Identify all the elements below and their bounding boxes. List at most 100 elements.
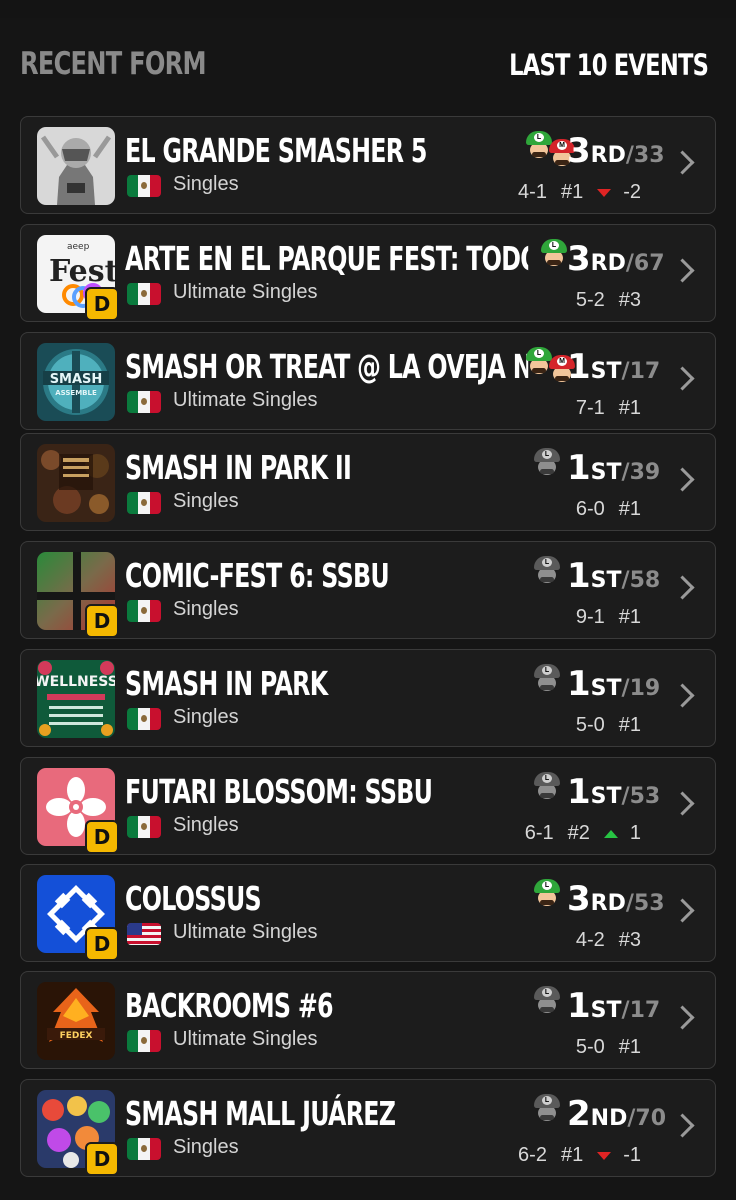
event-card[interactable]: D COLOSSUS Ultimate Singles L 3RD/53 4-2… [20,864,716,962]
seed: #1 [618,606,641,628]
placement-number: 2 [567,1094,591,1134]
event-thumbnail [37,127,115,205]
event-stats: 6-2 #1 -1 [518,1144,641,1167]
flag-mexico-icon [127,391,161,413]
entrant-count: /67 [625,251,665,276]
event-stats: 4-2 #3 [576,929,641,952]
seed: #1 [560,181,584,203]
chevron-right-icon[interactable] [670,575,695,600]
entrant-count: /53 [625,891,665,916]
placement-suffix: ST [590,998,622,1023]
event-thumbnail [37,444,115,522]
d-badge: D [85,604,119,638]
win-loss-record: 4-1 [518,181,547,203]
seed: #3 [618,289,641,311]
chevron-right-icon[interactable] [670,1113,695,1138]
flag-mexico-icon [127,492,161,514]
event-type: Singles [173,706,239,728]
event-card[interactable]: D COMIC-FEST 6: SSBU Singles L 1ST/58 9-… [20,541,716,639]
event-type: Singles [173,1136,239,1158]
seed: #1 [618,397,641,419]
event-type: Singles [173,598,239,620]
event-card[interactable]: FEDEX BACKROOMS #6 Ultimate Singles L 1S… [20,971,716,1069]
trend-value: -1 [623,1144,641,1166]
chevron-right-icon[interactable] [670,150,695,175]
win-loss-record: 9-1 [575,606,605,628]
event-stats: 6-1 #2 1 [525,822,641,845]
win-loss-record: 5-2 [575,289,605,311]
svg-text:ASSEMBLE: ASSEMBLE [55,389,97,397]
event-name: SMASH OR TREAT @ LA OVEJA NEGRA [125,347,528,386]
placement: 3RD/53 [567,879,665,919]
event-card[interactable]: EL GRANDE SMASHER 5 Singles LM 3RD/33 4-… [20,116,716,214]
event-card[interactable]: aeep Fest D ARTE EN EL PARQUE FEST: TODOS… [20,224,716,322]
flag-usa-icon [127,923,161,945]
placement-suffix: ST [590,460,622,485]
seed: #1 [618,1036,641,1058]
svg-text:aeep: aeep [67,242,90,252]
win-loss-record: 7-1 [575,397,605,419]
chevron-right-icon[interactable] [670,898,695,923]
event-name: COLOSSUS [125,879,262,918]
svg-text:WELLNESS: WELLNESS [37,674,115,690]
event-card[interactable]: WELLNESS SMASH IN PARK Singles L 1ST/19 … [20,649,716,747]
placement: 1ST/17 [567,347,660,387]
event-card[interactable]: D FUTARI BLOSSOM: SSBU Singles L 1ST/53 … [20,757,716,855]
flag-mexico-icon [127,708,161,730]
event-thumbnail: FEDEX [37,982,115,1060]
event-stats: 7-1 #1 [576,397,641,420]
chevron-right-icon[interactable] [670,258,695,283]
flag-mexico-icon [127,1030,161,1052]
event-stats: 5-2 #3 [576,289,641,312]
placement-number: 1 [567,772,591,812]
seed: #1 [618,498,641,520]
win-loss-record: 4-2 [575,929,605,951]
chevron-right-icon[interactable] [670,467,695,492]
trend-down-icon [597,188,612,197]
placement-number: 1 [567,347,591,387]
d-badge: D [85,287,119,321]
placement-suffix: RD [590,891,626,916]
win-loss-record: 6-2 [518,1144,547,1166]
event-thumbnail: SMASH ASSEMBLE [37,343,115,421]
seed: #2 [567,822,590,844]
entrant-count: /53 [621,784,661,809]
d-badge: D [85,820,119,854]
event-type: Ultimate Singles [173,1028,318,1050]
placement: 1ST/19 [567,664,660,704]
chevron-right-icon[interactable] [670,791,695,816]
event-name: SMASH IN PARK II [125,448,352,487]
win-loss-record: 6-1 [524,822,554,844]
event-type: Ultimate Singles [173,281,318,303]
trend-down-icon [597,1151,612,1160]
recent-form-panel: RECENT FORM LAST 10 EVENTS EL GRANDE SMA… [0,18,736,1200]
placement: 3RD/33 [567,131,665,171]
flag-mexico-icon [127,1138,161,1160]
svg-text:SMASH: SMASH [50,372,103,387]
win-loss-record: 5-0 [575,1036,605,1058]
svg-text:Fest: Fest [49,254,115,289]
entrant-count: /33 [625,143,665,168]
event-stats: 5-0 #1 [576,714,641,737]
event-card[interactable]: SMASH IN PARK II Singles L 1ST/39 6-0 #1 [20,433,716,531]
top-divider [0,0,736,19]
event-card[interactable]: D SMASH MALL JUÁREZ Singles L 2ND/70 6-2… [20,1079,716,1177]
chevron-right-icon[interactable] [670,1005,695,1030]
placement: 1ST/17 [567,986,660,1026]
event-type: Singles [173,814,239,836]
placement-suffix: ST [590,784,622,809]
placement-number: 1 [567,448,591,488]
event-stats: 4-1 #1 -2 [518,181,641,204]
placement-number: 3 [567,879,591,919]
chevron-right-icon[interactable] [670,366,695,391]
seed: #1 [560,1144,584,1166]
event-stats: 6-0 #1 [576,498,641,521]
event-card[interactable]: SMASH ASSEMBLE SMASH OR TREAT @ LA OVEJA … [20,332,716,430]
trend-up-icon [603,829,618,838]
placement-suffix: ST [590,359,622,384]
section-header: RECENT FORM LAST 10 EVENTS [0,18,736,114]
chevron-right-icon[interactable] [670,683,695,708]
trend-value: -2 [623,181,641,203]
section-title: RECENT FORM [20,46,207,82]
win-loss-record: 5-0 [575,714,605,736]
